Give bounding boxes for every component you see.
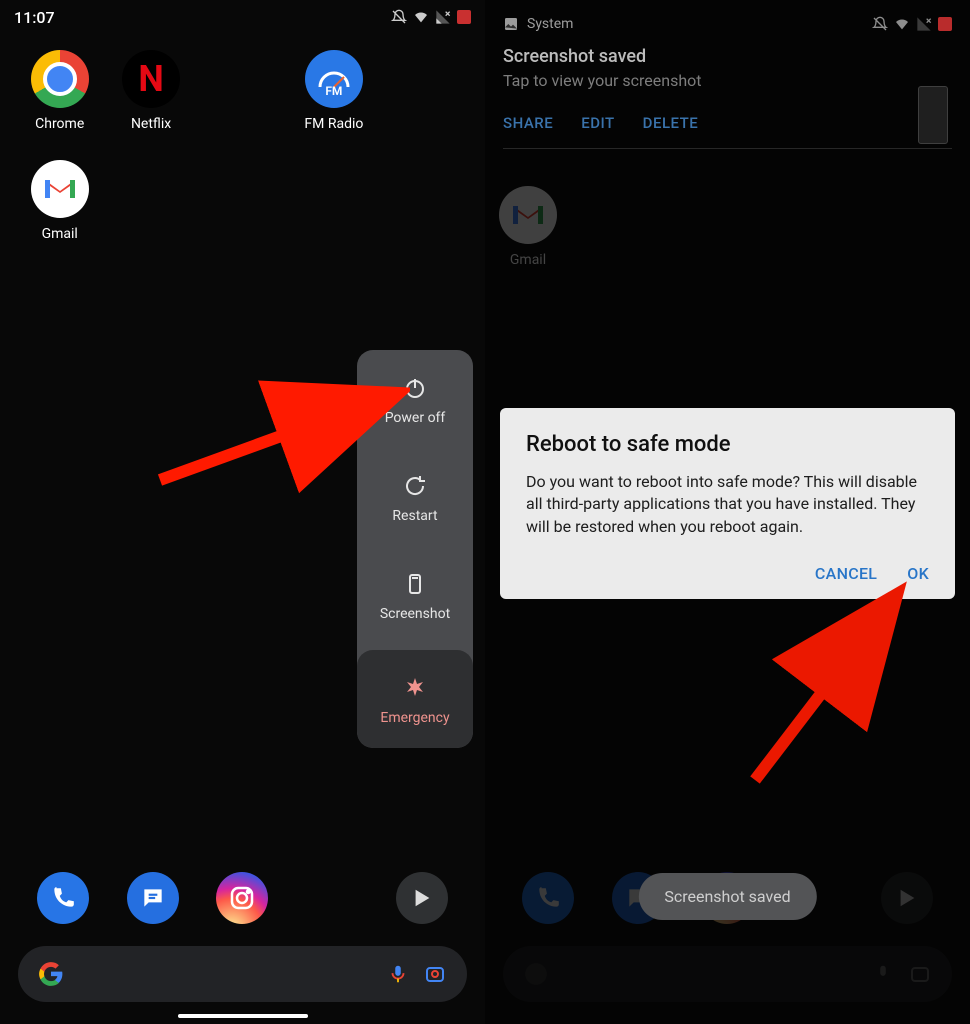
signal-icon — [916, 16, 932, 32]
screenshot-label: Screenshot — [380, 606, 450, 622]
power-menu: Power off Restart Screenshot Emergency — [357, 350, 473, 748]
safe-mode-dialog: Reboot to safe mode Do you want to reboo… — [500, 408, 955, 599]
gmail-icon — [31, 160, 89, 218]
dialog-ok-button[interactable]: OK — [907, 564, 929, 583]
restart-button[interactable]: Restart — [357, 448, 473, 546]
mic-icon[interactable] — [387, 963, 409, 985]
notification-app: System — [527, 16, 573, 32]
app-fmradio[interactable]: FM FM Radio — [288, 50, 379, 132]
status-bar: 11:07 — [0, 0, 485, 34]
notif-edit-button[interactable]: EDIT — [581, 114, 614, 132]
phone-left: 11:07 Chrome N Netflix FM FM Radio — [0, 0, 485, 1024]
home-grid: Chrome N Netflix FM FM Radio Gmail — [0, 50, 485, 242]
search-bar[interactable] — [18, 946, 467, 1002]
status-icons — [391, 9, 471, 25]
wifi-icon — [894, 16, 910, 32]
dock — [0, 872, 485, 924]
notification[interactable]: System Screenshot saved Tap to view your… — [485, 10, 970, 163]
dialog-title: Reboot to safe mode — [526, 432, 929, 457]
dock-messages[interactable] — [127, 872, 179, 924]
dialog-body: Do you want to reboot into safe mode? Th… — [526, 471, 929, 538]
wifi-icon — [413, 9, 429, 25]
dock-instagram[interactable] — [216, 872, 268, 924]
nav-home-indicator[interactable] — [178, 1014, 308, 1018]
app-chrome[interactable]: Chrome — [14, 50, 105, 132]
toast-text: Screenshot saved — [664, 887, 790, 906]
restart-label: Restart — [392, 508, 437, 524]
google-g-icon — [38, 961, 64, 987]
dnd-off-icon — [872, 16, 888, 32]
emergency-label: Emergency — [380, 710, 449, 726]
app-label: FM Radio — [304, 116, 363, 132]
screenshot-icon — [403, 572, 427, 596]
notification-title: Screenshot saved — [503, 46, 952, 67]
netflix-icon: N — [122, 50, 180, 108]
phone-right: System Screenshot saved Tap to view your… — [485, 0, 970, 1024]
app-label: Netflix — [131, 116, 171, 132]
emergency-button[interactable]: Emergency — [357, 650, 473, 748]
dock-play[interactable] — [396, 872, 448, 924]
notif-delete-button[interactable]: DELETE — [643, 114, 699, 132]
app-label: Chrome — [35, 116, 84, 132]
dock-phone[interactable] — [37, 872, 89, 924]
signal-icon — [435, 9, 451, 25]
notif-share-button[interactable]: SHARE — [503, 114, 553, 132]
toast: Screenshot saved — [638, 873, 816, 920]
app-label: Gmail — [42, 226, 78, 242]
app-netflix[interactable]: N Netflix — [105, 50, 196, 132]
dialog-cancel-button[interactable]: CANCEL — [815, 564, 877, 583]
app-gmail[interactable]: Gmail — [14, 160, 105, 242]
fmradio-icon: FM — [305, 50, 363, 108]
status-time: 11:07 — [14, 8, 55, 27]
notification-thumbnail[interactable] — [918, 86, 948, 144]
screenshot-button[interactable]: Screenshot — [357, 546, 473, 644]
chrome-icon — [31, 50, 89, 108]
dnd-off-icon — [391, 9, 407, 25]
image-icon — [503, 16, 519, 32]
restart-icon — [403, 474, 427, 498]
notification-subtitle: Tap to view your screenshot — [503, 71, 952, 90]
power-icon — [403, 376, 427, 400]
power-off-button[interactable]: Power off — [357, 350, 473, 448]
battery-icon — [938, 17, 952, 31]
lens-icon[interactable] — [423, 962, 447, 986]
emergency-icon — [403, 676, 427, 700]
power-off-label: Power off — [385, 410, 446, 426]
battery-icon — [457, 10, 471, 24]
